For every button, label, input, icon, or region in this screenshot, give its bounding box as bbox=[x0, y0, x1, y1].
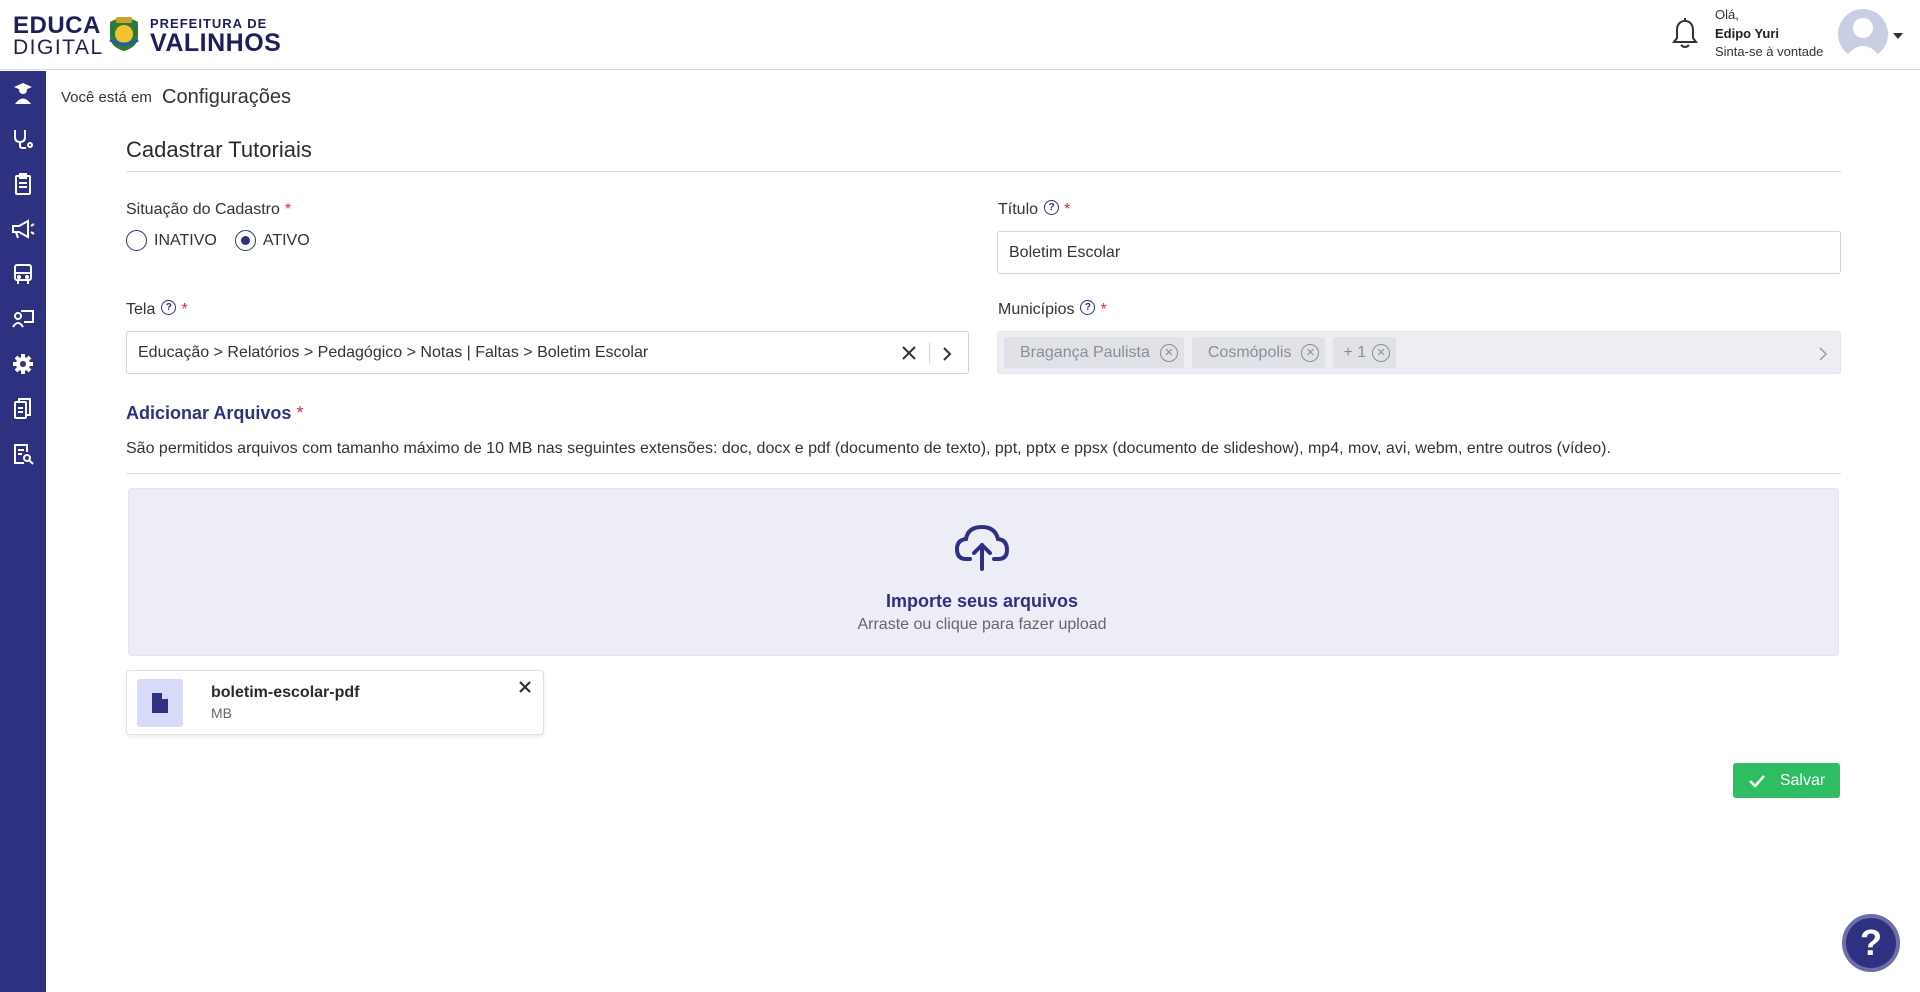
chevron-right-icon[interactable] bbox=[940, 346, 954, 362]
tela-select[interactable]: Educação > Relatórios > Pedagógico > Not… bbox=[126, 331, 969, 374]
select-separator bbox=[929, 342, 930, 364]
file-size: MB bbox=[211, 705, 232, 721]
chevron-right-icon[interactable] bbox=[1816, 346, 1830, 362]
megaphone-icon[interactable] bbox=[10, 216, 36, 242]
breadcrumb-prefix: Você está em bbox=[61, 89, 152, 106]
user-avatar[interactable] bbox=[1838, 9, 1888, 59]
valinhos-crest-icon bbox=[109, 17, 139, 51]
gear-icon[interactable] bbox=[10, 351, 36, 377]
radio-ativo-label[interactable]: ATIVO bbox=[263, 232, 310, 250]
municipios-multiselect[interactable]: Bragança Paulista ✕ Cosmópolis ✕ + 1 ✕ bbox=[997, 331, 1841, 374]
prefeitura-logo: PREFEITURA DE VALINHOS bbox=[150, 16, 282, 57]
file-rules-hint: São permitidos arquivos com tamanho máxi… bbox=[126, 440, 1611, 457]
clear-selection-icon[interactable] bbox=[900, 344, 918, 362]
save-button[interactable]: Salvar bbox=[1733, 763, 1840, 798]
clipboard-icon[interactable] bbox=[10, 171, 36, 197]
municipios-label: Municípios? * bbox=[998, 299, 1107, 318]
dropzone-title: Importe seus arquivos bbox=[885, 591, 1079, 611]
user-menu-caret-icon[interactable] bbox=[1893, 33, 1903, 39]
municipio-chip: Cosmópolis ✕ bbox=[1191, 337, 1326, 368]
notification-bell-icon[interactable] bbox=[1671, 18, 1699, 50]
user-name: Edipo Yuri bbox=[1715, 25, 1780, 41]
top-header: EDUCA DIGITAL PREFEITURA DE VALINHOS Olá… bbox=[0, 0, 1920, 70]
radio-inativo[interactable] bbox=[126, 230, 147, 251]
cloud-upload-icon bbox=[955, 524, 1009, 571]
teacher-board-icon[interactable] bbox=[10, 306, 36, 332]
remove-file-icon[interactable] bbox=[517, 679, 533, 695]
add-files-label: Adicionar Arquivos * bbox=[126, 403, 304, 423]
avatar-silhouette-icon bbox=[1844, 18, 1882, 59]
tela-label: Tela? * bbox=[126, 299, 188, 318]
dropzone-subtitle: Arraste ou clique para fazer upload bbox=[857, 616, 1107, 633]
radio-ativo[interactable] bbox=[234, 230, 256, 251]
check-icon bbox=[1748, 774, 1765, 788]
file-name: boletim-escolar-pdf bbox=[211, 684, 360, 701]
municipios-help-icon[interactable]: ? bbox=[1080, 299, 1096, 315]
uploaded-file-card: boletim-escolar-pdf MB bbox=[126, 670, 544, 735]
sidebar bbox=[0, 71, 46, 992]
titulo-help-icon[interactable]: ? bbox=[1044, 199, 1060, 215]
title-divider bbox=[126, 171, 1841, 172]
remove-chip-icon[interactable]: ✕ bbox=[1372, 343, 1391, 362]
graduate-icon[interactable] bbox=[10, 81, 36, 107]
status-radio-group: INATIVO ATIVO bbox=[126, 230, 310, 251]
stethoscope-icon[interactable] bbox=[10, 126, 36, 152]
tela-help-icon[interactable]: ? bbox=[161, 299, 177, 315]
breadcrumb-current: Configurações bbox=[162, 86, 291, 108]
radio-inativo-label[interactable]: INATIVO bbox=[154, 232, 217, 250]
educa-digital-logo[interactable]: EDUCA DIGITAL bbox=[13, 14, 104, 59]
file-document-icon bbox=[137, 679, 183, 727]
remove-chip-icon[interactable]: ✕ bbox=[1159, 343, 1178, 362]
remove-chip-icon[interactable]: ✕ bbox=[1301, 343, 1320, 362]
titulo-input[interactable]: Boletim Escolar bbox=[997, 231, 1841, 274]
user-greeting: Olá, Edipo Yuri Sinta-se à vontade bbox=[1715, 7, 1824, 59]
titulo-label: Título? * bbox=[998, 199, 1071, 218]
documents-icon[interactable] bbox=[10, 396, 36, 422]
page-title: Cadastrar Tutoriais bbox=[126, 137, 312, 162]
hint-divider bbox=[126, 473, 1841, 474]
report-search-icon[interactable] bbox=[10, 441, 36, 467]
municipio-chip: Bragança Paulista ✕ bbox=[1004, 337, 1184, 368]
municipio-more-chip: + 1 ✕ bbox=[1333, 337, 1397, 368]
radio-selected-dot bbox=[240, 236, 250, 245]
situacao-label: Situação do Cadastro * bbox=[126, 201, 292, 218]
help-fab-button[interactable]: ? bbox=[1842, 914, 1900, 972]
bus-icon[interactable] bbox=[10, 261, 36, 287]
